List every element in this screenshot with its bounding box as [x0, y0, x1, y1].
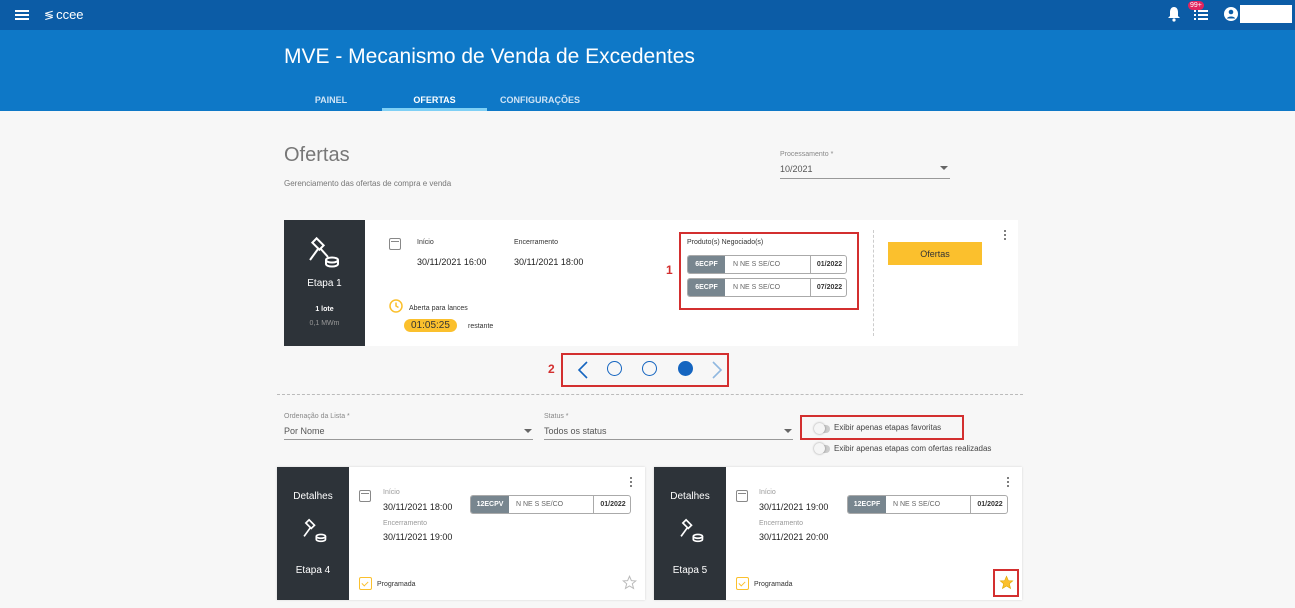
app-title: MVE - Mecanismo de Venda de Excedentes: [284, 45, 695, 68]
user-name-box[interactable]: [1240, 5, 1292, 23]
pager-dot[interactable]: [607, 361, 622, 376]
stage-panel: Etapa 1 1 lote 0,1 MWm: [284, 220, 365, 346]
vertical-divider: [873, 230, 874, 336]
annotation-box-1: [679, 232, 859, 310]
calendar-icon: [736, 490, 748, 502]
stage-name: Etapa 4: [295, 565, 331, 576]
toggle-favoritas[interactable]: [814, 423, 830, 434]
gavel-icon: [303, 518, 327, 543]
toggle-favoritas-label: Exibir apenas etapas favoritas: [834, 423, 942, 432]
product-row: 12ECPV N NE S SE/CO 01/2022: [470, 495, 631, 514]
product-submarkets: N NE S SE/CO: [893, 501, 941, 508]
ccee-logo-mark-icon: ≶: [44, 7, 55, 22]
processamento-value: 10/2021: [780, 164, 813, 174]
encerramento-value: 30/11/2021 20:00: [759, 532, 829, 542]
stage-name: Etapa 1: [307, 278, 342, 289]
more-options-icon[interactable]: [1006, 477, 1010, 489]
product-submarkets: N NE S SE/CO: [516, 501, 564, 508]
top-bar: ≶ ccee 99+: [0, 0, 1295, 30]
toggle-ofertas-label: Exibir apenas etapas com ofertas realiza…: [834, 444, 992, 453]
encerramento-label: Encerramento: [759, 520, 803, 527]
inicio-label: Início: [759, 489, 776, 496]
stage-name: Etapa 5: [672, 565, 708, 576]
ordenacao-select[interactable]: Ordenação da Lista * Por Nome: [284, 413, 533, 440]
inicio-label: Início: [417, 239, 434, 246]
product-date: 01/2022: [593, 496, 630, 513]
tasks-badge: 99+: [1188, 1, 1204, 10]
hamburger-menu-icon[interactable]: [15, 10, 29, 20]
caret-down-icon: [784, 429, 792, 433]
clock-icon: [389, 299, 403, 313]
product-code: 12ECPV: [471, 496, 509, 513]
stage-card: Detalhes Etapa 5 Início 30/11/2021 19:00…: [654, 467, 1022, 600]
page-subtitle: Gerenciamento das ofertas de compra e ve…: [284, 179, 452, 188]
ordenacao-value: Por Nome: [284, 426, 325, 436]
calendar-check-icon: [736, 577, 749, 590]
details-link[interactable]: Detalhes: [654, 491, 726, 502]
status-label: Status *: [544, 413, 569, 420]
inicio-value: 30/11/2021 18:00: [383, 502, 453, 512]
logo-text: ccee: [56, 7, 84, 22]
product-row: 12ECPF N NE S SE/CO 01/2022: [847, 495, 1008, 514]
app-header: MVE - Mecanismo de Venda de Excedentes: [0, 30, 1295, 111]
status-text: Aberta para lances: [409, 305, 468, 312]
active-tab-indicator: [382, 108, 487, 111]
stage-side-panel: Detalhes Etapa 5: [654, 467, 726, 600]
stage-status: Programada: [754, 581, 793, 588]
tab-ofertas[interactable]: OFERTAS: [382, 95, 487, 105]
annotation-number-1: 1: [666, 263, 673, 277]
status-value: Todos os status: [544, 426, 607, 436]
countdown-timer: 01:05:25: [404, 319, 457, 332]
tab-configuracoes[interactable]: CONFIGURAÇÕES: [498, 95, 582, 105]
encerramento-label: Encerramento: [514, 239, 558, 246]
encerramento-value: 30/11/2021 19:00: [383, 532, 453, 542]
ordenacao-label: Ordenação da Lista *: [284, 413, 350, 420]
annotation-box-4: [993, 569, 1019, 597]
annotation-number-2: 2: [548, 362, 555, 376]
inicio-value: 30/11/2021 19:00: [759, 502, 829, 512]
account-icon[interactable]: [1224, 7, 1238, 21]
more-options-icon[interactable]: [629, 477, 633, 489]
product-code: 12ECPF: [848, 496, 886, 513]
more-options-icon[interactable]: [1003, 230, 1007, 242]
processamento-label: Processamento *: [780, 151, 834, 158]
pager-dot[interactable]: [642, 361, 657, 376]
gavel-icon: [680, 518, 704, 543]
status-select[interactable]: Status * Todos os status: [544, 413, 793, 440]
lote-count: 1 lote: [315, 306, 334, 313]
details-link[interactable]: Detalhes: [277, 491, 349, 502]
calendar-icon: [359, 490, 371, 502]
caret-down-icon: [940, 166, 948, 170]
power-value: 0,1 MWm: [309, 320, 340, 327]
section-separator: [277, 394, 1023, 395]
gavel-icon: [309, 236, 339, 268]
ofertas-button[interactable]: Ofertas: [888, 242, 982, 265]
chevron-right-icon[interactable]: [711, 361, 723, 379]
processamento-select[interactable]: Processamento * 10/2021: [780, 151, 950, 179]
timer-suffix: restante: [468, 323, 494, 330]
bell-icon[interactable]: [1167, 6, 1181, 22]
star-outline-icon[interactable]: [622, 575, 637, 590]
ccee-logo[interactable]: ≶ ccee: [44, 7, 84, 22]
chevron-left-icon[interactable]: [577, 361, 589, 379]
stage-status: Programada: [377, 581, 416, 588]
encerramento-label: Encerramento: [383, 520, 427, 527]
calendar-check-icon: [359, 577, 372, 590]
stage-card: Detalhes Etapa 4 Início 30/11/2021 18:00…: [277, 467, 645, 600]
inicio-value: 30/11/2021 16:00: [417, 257, 487, 267]
product-date: 01/2022: [970, 496, 1007, 513]
encerramento-value: 30/11/2021 18:00: [514, 257, 584, 267]
stage-card-main: Etapa 1 1 lote 0,1 MWm Início 30/11/2021…: [284, 220, 1018, 346]
toggle-ofertas-realizadas[interactable]: [814, 443, 830, 454]
calendar-icon: [389, 238, 401, 250]
page-title: Ofertas: [284, 144, 350, 166]
stage-side-panel: Detalhes Etapa 4: [277, 467, 349, 600]
caret-down-icon: [524, 429, 532, 433]
inicio-label: Início: [383, 489, 400, 496]
pager-dot-active[interactable]: [678, 361, 693, 376]
tab-painel[interactable]: PAINEL: [314, 95, 348, 105]
